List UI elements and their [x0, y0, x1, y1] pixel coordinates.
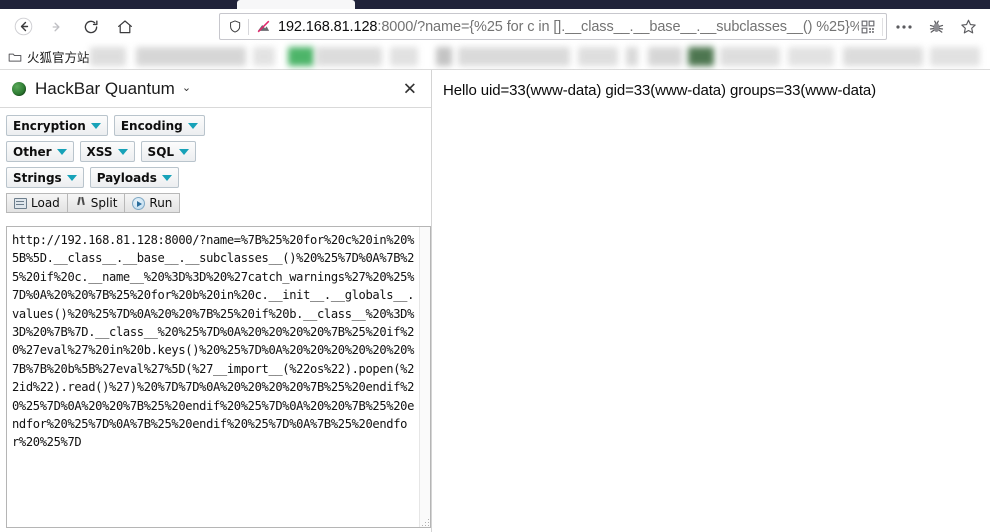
urlbar-divider-2 — [882, 17, 883, 36]
chevron-down-icon — [90, 122, 101, 129]
bookmark-item-firefox-official[interactable]: 火狐官方站 — [0, 47, 90, 66]
textarea-resize-grip[interactable] — [420, 517, 429, 526]
hackbar-panel: HackBar Quantum ⌄ ✕ Encryption Encoding — [0, 70, 431, 532]
strings-menu-button[interactable]: Strings — [6, 167, 84, 188]
encoding-menu-label: Encoding — [120, 118, 183, 133]
bookmark-item-blurred[interactable] — [435, 46, 452, 66]
url-text[interactable]: 192.168.81.128:8000/?name={%25 for c in … — [278, 18, 859, 36]
shield-icon[interactable] — [220, 19, 248, 34]
qr-code-icon[interactable] — [859, 20, 879, 34]
response-pane: Hello uid=33(www-data) gid=33(www-data) … — [432, 70, 990, 532]
xss-menu-button[interactable]: XSS — [79, 141, 135, 162]
bookmark-item-blurred[interactable] — [929, 46, 980, 66]
chevron-down-icon — [66, 174, 77, 181]
toolbar-icons — [888, 13, 984, 40]
hackbar-action-row: Load Split Run — [6, 193, 431, 213]
payloads-menu-label: Payloads — [96, 170, 157, 185]
bookmark-item-blurred[interactable] — [787, 46, 834, 66]
bookmark-item-blurred[interactable] — [842, 46, 923, 66]
split-button[interactable]: Split — [66, 193, 125, 213]
hackbar-menu-row-2: Other XSS SQL — [6, 141, 431, 162]
strings-menu-label: Strings — [13, 170, 62, 185]
forward-button — [40, 12, 74, 42]
run-button[interactable]: Run — [124, 193, 181, 213]
bookmark-label: 火狐官方站 — [27, 50, 90, 65]
encoding-menu-button[interactable]: Encoding — [113, 115, 205, 136]
run-button-label: Run — [149, 196, 173, 210]
hackbar-logo-icon — [12, 81, 26, 96]
hackbar-menu-row-1: Encryption Encoding — [6, 115, 431, 136]
folder-icon — [8, 51, 22, 63]
encryption-menu-label: Encryption — [13, 118, 86, 133]
sql-menu-button[interactable]: SQL — [140, 141, 197, 162]
address-bar[interactable]: 192.168.81.128:8000/?name={%25 for c in … — [219, 13, 887, 40]
bookmarks-blurred-region — [89, 44, 990, 70]
other-menu-label: Other — [13, 144, 52, 159]
chevron-down-icon — [161, 174, 172, 181]
home-button[interactable] — [108, 12, 142, 42]
chevron-down-icon[interactable]: ⌄ — [182, 83, 191, 94]
split-button-label: Split — [90, 196, 118, 210]
active-tab[interactable] — [237, 0, 355, 9]
bookmark-item-blurred[interactable] — [625, 46, 638, 66]
hackbar-menu-row-3: Strings Payloads — [6, 167, 431, 188]
hackbar-bug-icon[interactable] — [920, 14, 952, 40]
encryption-menu-button[interactable]: Encryption — [6, 115, 108, 136]
bookmark-item-blurred[interactable] — [135, 46, 246, 66]
bookmark-star-icon[interactable] — [952, 14, 984, 40]
bookmark-item-blurred[interactable] — [687, 46, 714, 66]
page-content: HackBar Quantum ⌄ ✕ Encryption Encoding — [0, 70, 990, 532]
chevron-down-icon — [56, 148, 67, 155]
sql-menu-label: SQL — [147, 144, 175, 159]
bookmark-item-blurred[interactable] — [647, 46, 682, 66]
bookmark-item-blurred[interactable] — [577, 46, 618, 66]
chevron-down-icon — [179, 148, 190, 155]
scissors-icon — [75, 197, 87, 210]
bookmarks-bar: 火狐官方站 — [0, 44, 990, 70]
browser-window: 192.168.81.128:8000/?name={%25 for c in … — [0, 0, 990, 532]
load-button-label: Load — [31, 196, 60, 210]
xss-menu-label: XSS — [86, 144, 113, 159]
back-button[interactable] — [6, 12, 40, 42]
bookmark-item-blurred[interactable] — [719, 46, 780, 66]
load-icon — [14, 197, 27, 209]
load-button[interactable]: Load — [6, 193, 67, 213]
page-actions-ellipsis-icon[interactable] — [888, 14, 920, 40]
response-body-text: Hello uid=33(www-data) gid=33(www-data) … — [443, 82, 877, 99]
hackbar-header: HackBar Quantum ⌄ ✕ — [0, 70, 431, 108]
bookmark-item-blurred[interactable] — [457, 46, 570, 66]
blocked-permission-icon[interactable] — [249, 19, 278, 34]
textarea-scrollbar[interactable] — [419, 227, 430, 527]
request-textarea[interactable]: http://192.168.81.128:8000/?name=%7B%25%… — [6, 226, 431, 528]
url-host: 192.168.81.128 — [277, 18, 378, 35]
run-icon — [132, 196, 146, 210]
bookmark-item-blurred[interactable] — [287, 46, 314, 66]
tab-strip — [0, 0, 990, 9]
hackbar-title: HackBar Quantum — [35, 78, 175, 98]
chevron-down-icon — [117, 148, 128, 155]
reload-button[interactable] — [74, 12, 108, 42]
request-textarea-wrapper: http://192.168.81.128:8000/?name=%7B%25%… — [6, 226, 431, 528]
chevron-down-icon — [187, 122, 198, 129]
payloads-menu-button[interactable]: Payloads — [89, 167, 179, 188]
bookmark-item-blurred[interactable] — [315, 46, 382, 66]
bookmark-item-blurred[interactable] — [252, 46, 275, 66]
close-icon[interactable]: ✕ — [403, 80, 417, 97]
bookmark-item-blurred[interactable] — [89, 46, 126, 66]
hackbar-toolbar: Encryption Encoding Other XSS SQL String… — [0, 108, 431, 213]
bookmark-item-blurred[interactable] — [389, 46, 418, 66]
url-path: :8000/?name={%25 for c in [].__class__._… — [377, 18, 860, 35]
other-menu-button[interactable]: Other — [6, 141, 74, 162]
